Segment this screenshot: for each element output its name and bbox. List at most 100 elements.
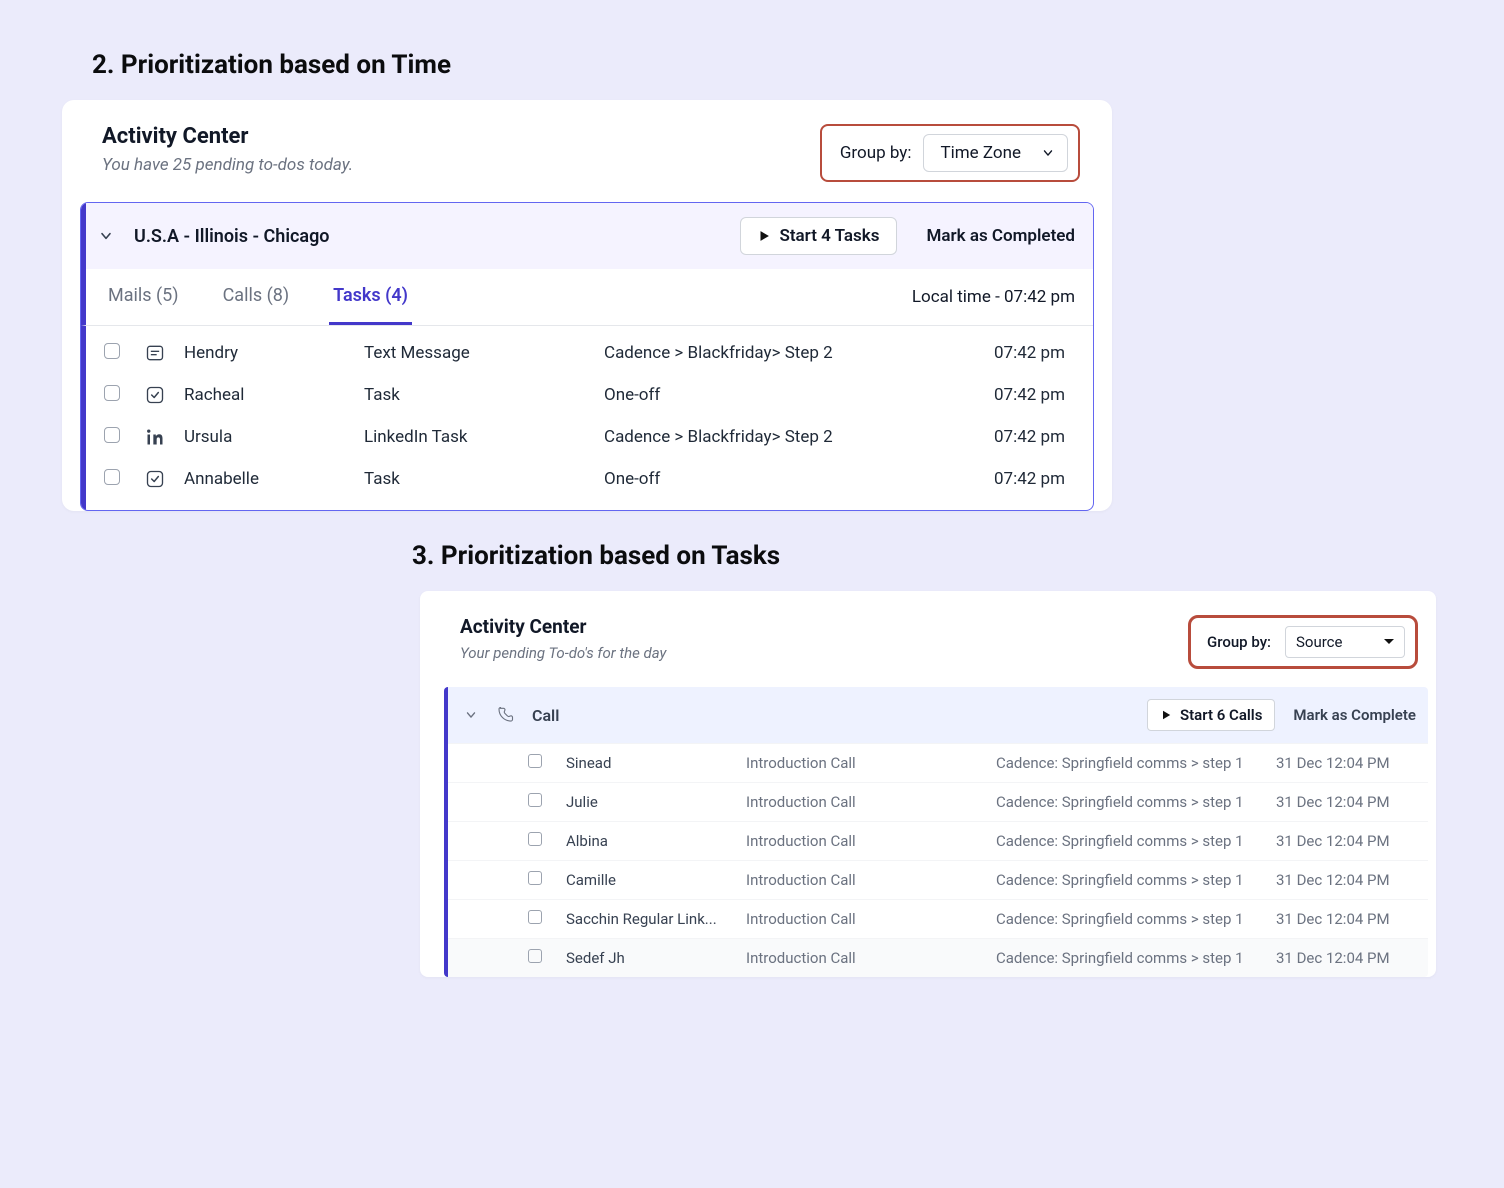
row-name: Camille <box>566 871 746 889</box>
group-by-select[interactable]: Source <box>1285 626 1405 658</box>
row-datetime: 31 Dec 12:04 PM <box>1276 949 1416 967</box>
row-cadence: One-off <box>604 385 934 405</box>
row-datetime: 31 Dec 12:04 PM <box>1276 871 1416 889</box>
tab-mails[interactable]: Mails (5) <box>104 269 183 325</box>
row-checkbox[interactable] <box>528 832 566 850</box>
row-checkbox[interactable] <box>528 793 566 811</box>
row-cadence: Cadence > Blackfriday> Step 2 <box>604 343 934 363</box>
row-checkbox[interactable] <box>528 754 566 772</box>
row-type: Introduction Call <box>746 910 996 928</box>
row-time: 07:42 pm <box>934 469 1075 489</box>
region-name: U.S.A - Illinois - Chicago <box>134 226 330 247</box>
row-cadence: Cadence: Springfield comms > step 1 <box>996 871 1276 889</box>
row-datetime: 31 Dec 12:04 PM <box>1276 793 1416 811</box>
local-time: Local time - 07:42 pm <box>912 287 1075 307</box>
activity-center-card-tasks: Activity Center Your pending To-do's for… <box>420 591 1436 977</box>
row-datetime: 31 Dec 12:04 PM <box>1276 832 1416 850</box>
start-calls-label: Start 6 Calls <box>1180 706 1262 724</box>
row-cadence: Cadence > Blackfriday> Step 2 <box>604 427 934 447</box>
row-type: Task <box>364 385 604 405</box>
group-by-label: Group by: <box>840 143 912 163</box>
group-panel: Call Start 6 Calls Mark as Complete Sine… <box>444 687 1428 977</box>
row-datetime: 31 Dec 12:04 PM <box>1276 754 1416 772</box>
call-row: Sacchin Regular Link...Introduction Call… <box>448 899 1428 938</box>
row-checkbox[interactable] <box>104 427 144 448</box>
row-cadence: Cadence: Springfield comms > step 1 <box>996 754 1276 772</box>
row-type: Introduction Call <box>746 871 996 889</box>
region-panel: U.S.A - Illinois - Chicago Start 4 Tasks… <box>80 202 1094 511</box>
row-name: Annabelle <box>184 469 364 489</box>
activity-center-subtitle: You have 25 pending to-dos today. <box>102 155 353 175</box>
task-row: RachealTaskOne-off07:42 pm <box>86 374 1093 416</box>
row-type: LinkedIn Task <box>364 427 604 447</box>
row-type: Introduction Call <box>746 949 996 967</box>
row-cadence: Cadence: Springfield comms > step 1 <box>996 793 1276 811</box>
call-row: AlbinaIntroduction CallCadence: Springfi… <box>448 821 1428 860</box>
section-heading-tasks: 3. Prioritization based on Tasks <box>412 541 1504 571</box>
row-name: Hendry <box>184 343 364 363</box>
activity-center-card-time: Activity Center You have 25 pending to-d… <box>62 100 1112 511</box>
row-name: Sinead <box>566 754 746 772</box>
activity-center-subtitle: Your pending To-do's for the day <box>460 644 666 662</box>
chevron-down-icon[interactable] <box>464 708 478 722</box>
group-by-value: Source <box>1296 633 1342 651</box>
row-name: Julie <box>566 793 746 811</box>
row-cadence: One-off <box>604 469 934 489</box>
row-type: Introduction Call <box>746 754 996 772</box>
row-checkbox[interactable] <box>528 949 566 967</box>
caret-down-icon <box>1384 637 1394 647</box>
row-name: Ursula <box>184 427 364 447</box>
text-icon <box>144 342 166 364</box>
call-row: Sedef JhIntroduction CallCadence: Spring… <box>448 938 1428 977</box>
row-type: Task <box>364 469 604 489</box>
row-type: Introduction Call <box>746 793 996 811</box>
row-time: 07:42 pm <box>934 385 1075 405</box>
row-type: Text Message <box>364 343 604 363</box>
phone-icon <box>496 706 514 724</box>
row-name: Sacchin Regular Link... <box>566 910 746 928</box>
row-name: Racheal <box>184 385 364 405</box>
check-icon <box>144 384 166 406</box>
tab-tasks[interactable]: Tasks (4) <box>329 269 412 325</box>
group-by-box: Group by: Source <box>1188 615 1418 669</box>
row-checkbox[interactable] <box>528 871 566 889</box>
section-heading-time: 2. Prioritization based on Time <box>92 50 1504 80</box>
chevron-down-icon[interactable] <box>98 228 114 244</box>
start-tasks-label: Start 4 Tasks <box>779 226 879 246</box>
call-row: CamilleIntroduction CallCadence: Springf… <box>448 860 1428 899</box>
row-checkbox[interactable] <box>528 910 566 928</box>
group-by-label: Group by: <box>1207 633 1271 651</box>
call-row: JulieIntroduction CallCadence: Springfie… <box>448 782 1428 821</box>
row-time: 07:42 pm <box>934 343 1075 363</box>
activity-center-title: Activity Center <box>102 124 353 149</box>
row-checkbox[interactable] <box>104 385 144 406</box>
mark-complete-button[interactable]: Mark as Complete <box>1293 706 1416 724</box>
tab-calls[interactable]: Calls (8) <box>219 269 294 325</box>
row-checkbox[interactable] <box>104 343 144 364</box>
task-row: UrsulaLinkedIn TaskCadence > Blackfriday… <box>86 416 1093 458</box>
task-list: HendryText MessageCadence > Blackfriday>… <box>81 326 1093 510</box>
start-tasks-button[interactable]: Start 4 Tasks <box>740 217 896 255</box>
play-icon <box>757 229 771 243</box>
row-cadence: Cadence: Springfield comms > step 1 <box>996 949 1276 967</box>
call-row: SineadIntroduction CallCadence: Springfi… <box>448 743 1428 782</box>
chevron-down-icon <box>1041 146 1055 160</box>
row-datetime: 31 Dec 12:04 PM <box>1276 910 1416 928</box>
activity-center-title: Activity Center <box>460 615 666 638</box>
group-by-box: Group by: Time Zone <box>820 124 1080 182</box>
group-label: Call <box>532 706 559 725</box>
row-checkbox[interactable] <box>104 469 144 490</box>
row-cadence: Cadence: Springfield comms > step 1 <box>996 910 1276 928</box>
row-time: 07:42 pm <box>934 427 1075 447</box>
row-name: Albina <box>566 832 746 850</box>
row-name: Sedef Jh <box>566 949 746 967</box>
mark-completed-button[interactable]: Mark as Completed <box>927 226 1075 246</box>
linkedin-icon <box>144 426 166 448</box>
task-row: HendryText MessageCadence > Blackfriday>… <box>86 332 1093 374</box>
task-row: AnnabelleTaskOne-off07:42 pm <box>86 458 1093 500</box>
play-icon <box>1160 709 1172 721</box>
group-by-select[interactable]: Time Zone <box>923 134 1068 172</box>
start-calls-button[interactable]: Start 6 Calls <box>1147 699 1275 731</box>
row-cadence: Cadence: Springfield comms > step 1 <box>996 832 1276 850</box>
group-by-value: Time Zone <box>940 143 1021 163</box>
